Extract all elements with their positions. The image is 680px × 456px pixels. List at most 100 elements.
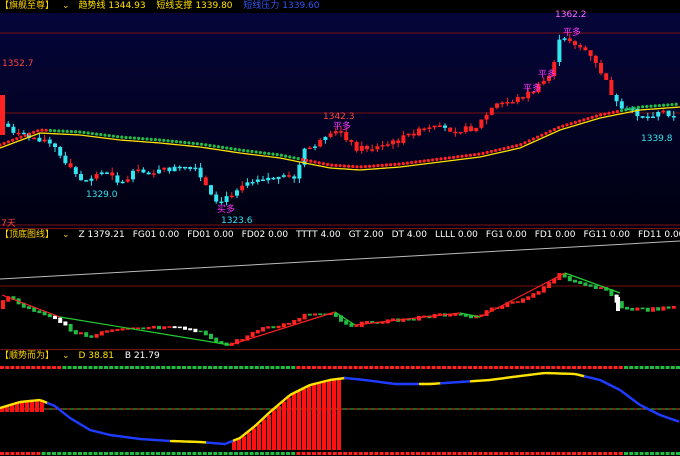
candle-body xyxy=(573,41,577,45)
status-strip-top xyxy=(166,366,170,369)
trend-dot xyxy=(271,153,274,156)
trend-dot xyxy=(540,134,543,137)
sell-marker-2: 平多 xyxy=(538,67,556,80)
trend-follow-panel[interactable]: 【顺势而为】⌄ D 38.81 B 21.79 xyxy=(0,349,680,456)
tb-bar xyxy=(412,319,416,321)
tb-bar xyxy=(661,306,665,310)
status-strip-top xyxy=(83,366,87,369)
tb-bar xyxy=(292,320,296,324)
trend-dot xyxy=(561,125,564,128)
trend-dot xyxy=(427,159,430,162)
tb-bar xyxy=(58,318,62,323)
candle-body xyxy=(495,103,499,107)
candle-body xyxy=(464,126,468,132)
status-strip-top xyxy=(562,366,566,369)
trend-dot xyxy=(372,164,375,167)
candle-body xyxy=(443,126,447,128)
status-strip-top xyxy=(73,366,77,369)
trend-dot xyxy=(486,151,489,154)
candle-body xyxy=(412,134,416,136)
status-strip-top xyxy=(68,366,72,369)
trend-dot xyxy=(57,129,60,132)
trend-dot xyxy=(171,140,174,143)
tb-trend-line xyxy=(480,273,565,317)
chevron-down-icon[interactable]: ⌄ xyxy=(62,230,70,240)
status-strip-top xyxy=(94,366,98,369)
trend-dot xyxy=(402,162,405,165)
chevron-down-icon[interactable]: ⌄ xyxy=(62,351,70,361)
candle-body xyxy=(308,148,312,150)
trend-dot xyxy=(276,153,279,156)
histogram-bar xyxy=(272,410,276,450)
status-strip-top xyxy=(182,366,186,369)
trend-dot xyxy=(511,145,514,148)
candle-body xyxy=(557,40,561,62)
status-strip-top xyxy=(218,366,222,369)
status-strip-top xyxy=(468,366,472,369)
trend-follow-chart[interactable] xyxy=(0,350,680,456)
status-strip-top xyxy=(333,366,337,369)
histogram-bar xyxy=(30,401,34,412)
status-strip-top xyxy=(307,366,311,369)
trend-dot xyxy=(645,105,648,108)
histogram-bar xyxy=(292,394,296,450)
trend-dot xyxy=(536,135,539,138)
trend-dot xyxy=(129,136,132,139)
status-strip-top xyxy=(135,366,139,369)
tb-bar xyxy=(162,326,166,329)
status-strip-top xyxy=(478,366,482,369)
trend-dot xyxy=(553,128,556,131)
candle-body xyxy=(641,116,645,118)
trend-dot xyxy=(641,105,644,108)
candle-body xyxy=(292,176,296,178)
trend-dot xyxy=(49,129,52,132)
status-strip-top xyxy=(671,366,675,369)
histogram-bar xyxy=(297,392,301,451)
status-strip-top xyxy=(640,366,644,369)
status-strip-top xyxy=(515,366,519,369)
trend-dot xyxy=(7,140,10,143)
tb-bar xyxy=(74,330,78,334)
chevron-down-icon[interactable]: ⌄ xyxy=(62,1,70,11)
tb-bar xyxy=(287,323,291,325)
trend-curve-segment xyxy=(675,420,678,421)
panel2-indicator-fd01: FD01 0.00 xyxy=(187,230,233,240)
top-bottom-panel[interactable]: 【顶底图线】⌄ Z 1379.21FG01 0.00FD01 0.00FD02 … xyxy=(0,228,680,349)
trend-dot xyxy=(82,131,85,134)
status-strip-top xyxy=(16,366,20,369)
candle-body xyxy=(604,73,608,80)
trend-dot xyxy=(137,137,140,140)
status-strip-top xyxy=(42,366,46,369)
trend-dot xyxy=(242,149,245,152)
candle-body xyxy=(563,38,567,40)
histogram-bar xyxy=(25,402,29,413)
tb-bar xyxy=(204,331,208,336)
trend-dot xyxy=(284,155,287,158)
trend-dot xyxy=(410,161,413,164)
candle-body xyxy=(474,128,478,131)
status-strip-top xyxy=(203,366,207,369)
status-strip-top xyxy=(520,366,524,369)
candle-body xyxy=(235,190,239,195)
top-bottom-chart[interactable] xyxy=(0,229,680,349)
candle-body xyxy=(162,168,166,170)
candle-body xyxy=(396,140,400,142)
status-strip-top xyxy=(645,366,649,369)
tb-bar xyxy=(630,308,634,311)
status-strip-top xyxy=(125,366,129,369)
trend-dot xyxy=(364,165,367,168)
trend-dot xyxy=(675,103,678,106)
tb-bar xyxy=(266,326,270,328)
candle-body xyxy=(277,177,281,179)
trend-dot xyxy=(208,144,211,147)
histogram-bar xyxy=(322,382,326,450)
main-price-panel[interactable]: 【旗舰至尊】⌄ 趋势线 1344.93 短线支撑 1339.80 短线压力 13… xyxy=(0,0,680,228)
trend-dot xyxy=(150,138,153,141)
trend-dot xyxy=(469,154,472,157)
candle-body xyxy=(599,63,603,73)
trend-dot xyxy=(494,149,497,152)
candle-body xyxy=(386,144,390,146)
candle-body xyxy=(490,108,494,115)
trend-dot xyxy=(658,104,661,107)
trend-dot xyxy=(196,142,199,145)
